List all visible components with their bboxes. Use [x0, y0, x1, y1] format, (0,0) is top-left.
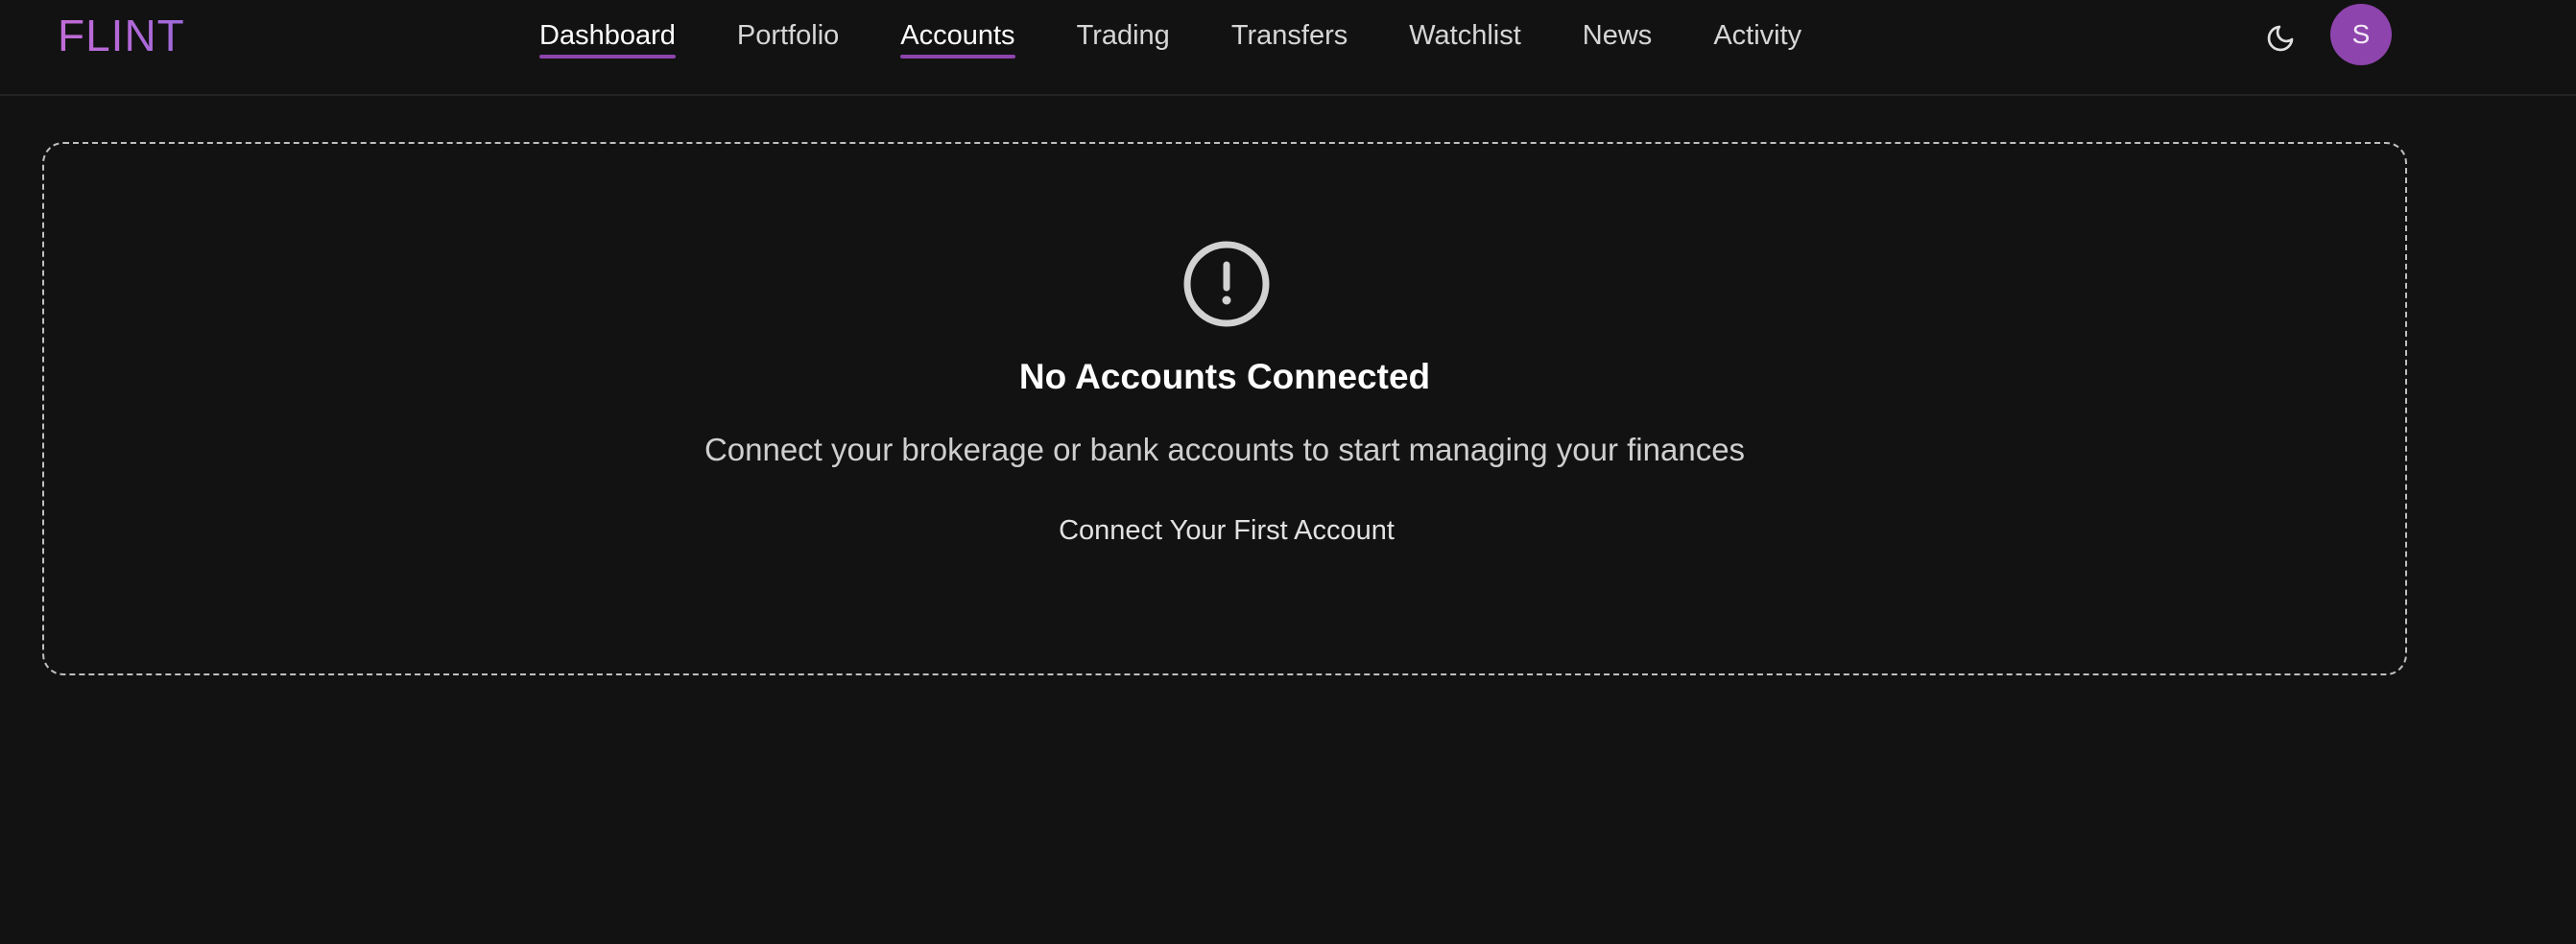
- nav-item-watchlist[interactable]: Watchlist: [1409, 0, 1521, 71]
- app-logo[interactable]: FLINT: [58, 6, 185, 65]
- moon-icon: [2267, 25, 2294, 52]
- nav-item-trading[interactable]: Trading: [1077, 0, 1170, 71]
- alert-circle-icon: [1183, 241, 1270, 327]
- user-avatar[interactable]: S: [2330, 4, 2392, 65]
- top-navigation-bar: FLINT Dashboard Portfolio Accounts Tradi…: [0, 0, 2576, 96]
- empty-state-card: No Accounts Connected Connect your broke…: [42, 142, 2407, 675]
- theme-toggle-button[interactable]: [2259, 17, 2302, 59]
- nav-item-accounts[interactable]: Accounts: [900, 0, 1015, 71]
- nav-item-transfers[interactable]: Transfers: [1231, 0, 1348, 71]
- main-nav: Dashboard Portfolio Accounts Trading Tra…: [539, 0, 1863, 71]
- nav-item-portfolio[interactable]: Portfolio: [737, 0, 839, 71]
- nav-item-activity[interactable]: Activity: [1713, 0, 1801, 71]
- connect-first-account-button[interactable]: Connect Your First Account: [1044, 501, 1409, 558]
- nav-item-news[interactable]: News: [1583, 0, 1653, 71]
- nav-item-dashboard[interactable]: Dashboard: [539, 0, 676, 71]
- empty-state-title: No Accounts Connected: [1018, 357, 1431, 396]
- empty-state-description: Connect your brokerage or bank accounts …: [704, 432, 1746, 467]
